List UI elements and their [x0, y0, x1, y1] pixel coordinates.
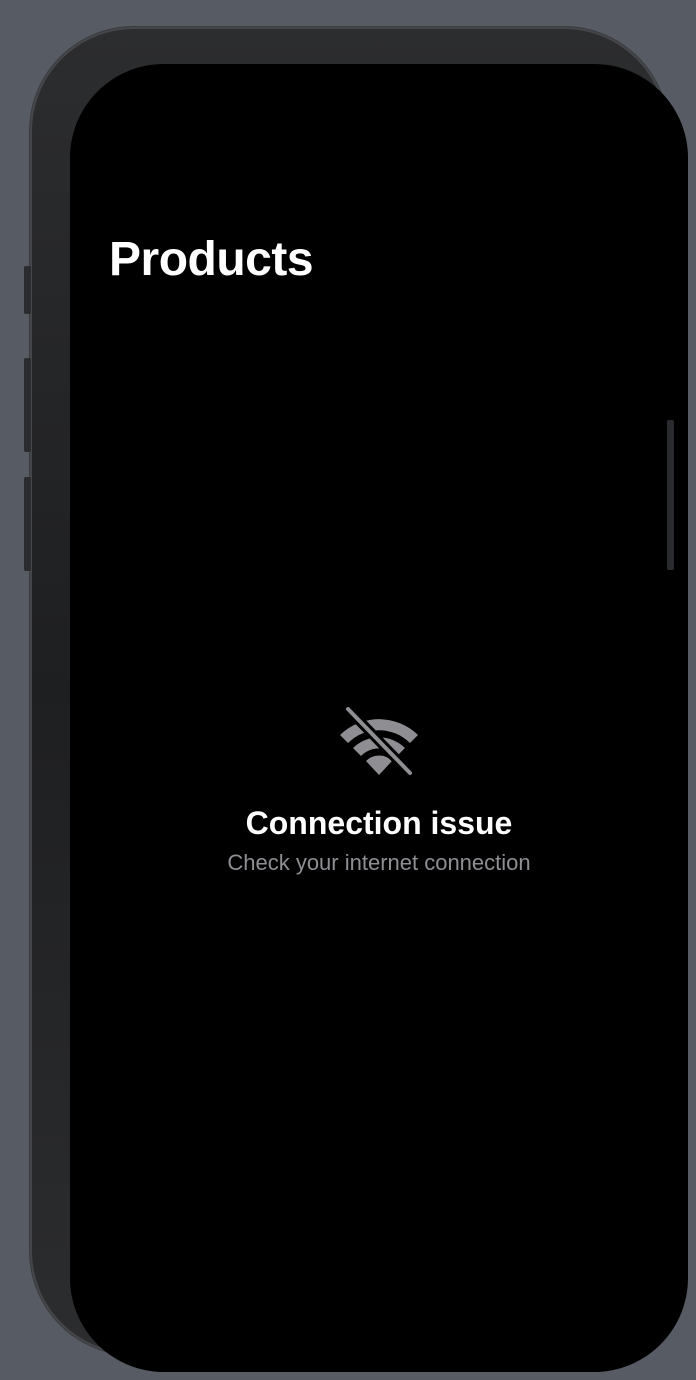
error-message: Check your internet connection: [227, 850, 531, 875]
phone-frame: Products Connection issue Check your int…: [30, 27, 688, 1372]
volume-down-button: [24, 477, 31, 571]
volume-up-button: [24, 358, 31, 452]
error-title: Connection issue: [245, 805, 513, 841]
power-button: [667, 420, 674, 570]
app-screen: Products Connection issue Check your int…: [70, 64, 688, 1372]
wifi-slash-icon: [340, 707, 418, 778]
connection-error-state: Connection issue Check your internet con…: [70, 707, 688, 876]
page-title: Products: [109, 233, 314, 286]
silent-switch: [24, 266, 31, 314]
